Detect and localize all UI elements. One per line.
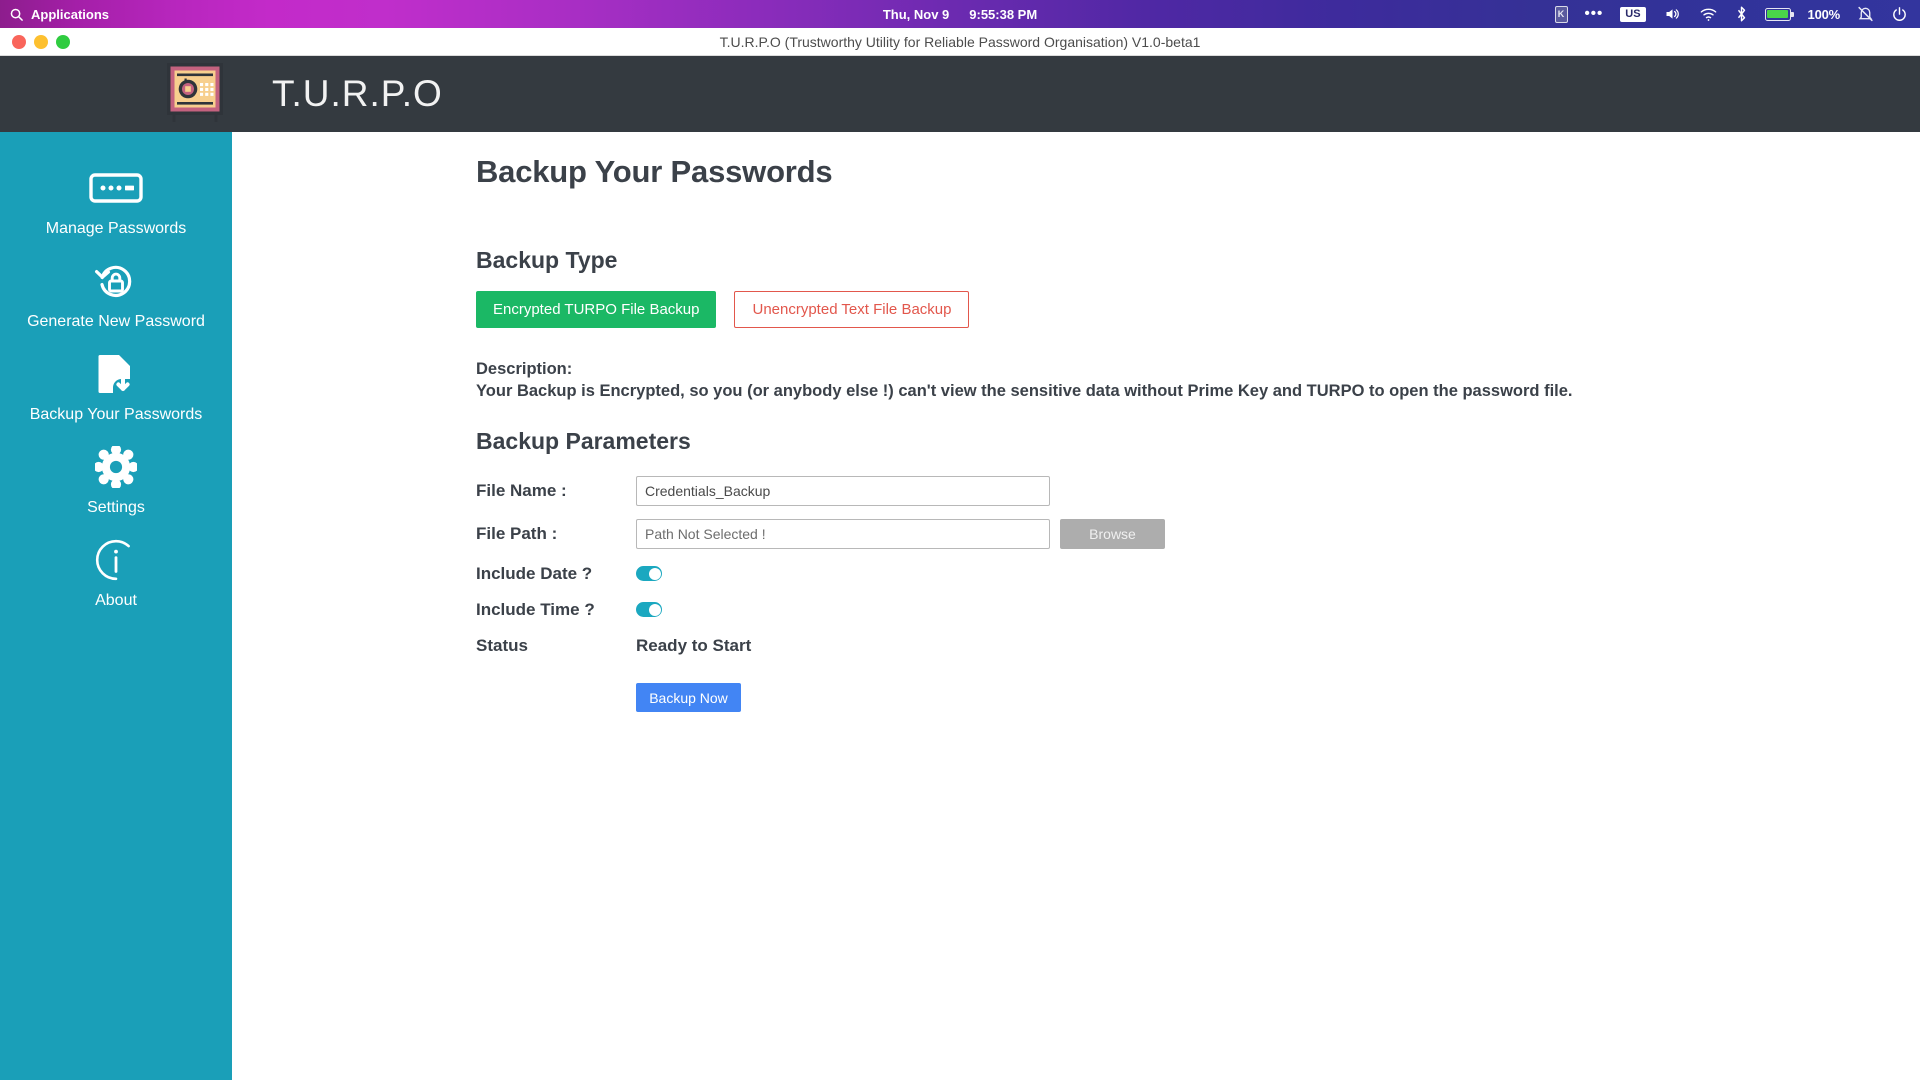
menubar-left-group: Applications — [0, 7, 109, 22]
page-title: Backup Your Passwords — [476, 154, 833, 189]
include-date-toggle[interactable] — [636, 566, 662, 581]
battery-icon[interactable] — [1764, 7, 1794, 21]
toggle-knob — [648, 603, 661, 616]
unencrypted-backup-button[interactable]: Unencrypted Text File Backup — [734, 291, 970, 328]
file-name-row: File Name : — [476, 472, 1920, 510]
include-time-toggle[interactable] — [636, 602, 662, 617]
search-icon[interactable] — [9, 7, 24, 22]
include-date-label: Include Date ? — [476, 563, 593, 583]
include-time-row: Include Time ? — [476, 594, 1920, 625]
backup-now-button[interactable]: Backup Now — [636, 683, 741, 712]
toggle-knob — [648, 567, 661, 580]
sidebar-item-about[interactable]: About — [0, 526, 232, 619]
menubar-tray: K ••• US 100% — [1554, 5, 1920, 23]
sidebar-item-settings[interactable]: Settings — [0, 433, 232, 526]
more-options-icon[interactable]: ••• — [1585, 6, 1604, 21]
keyboard-layout-badge[interactable]: US — [1620, 6, 1646, 22]
sidebar-item-manage-passwords[interactable]: Manage Passwords — [0, 154, 232, 247]
application-window: T.U.R.P.O (Trustworthy Utility for Relia… — [0, 28, 1920, 1080]
window-body: Manage Passwords Generate New Password B… — [0, 132, 1920, 1080]
include-date-row: Include Date ? — [476, 558, 1920, 589]
notifications-muted-icon[interactable] — [1857, 5, 1874, 23]
encrypted-backup-button[interactable]: Encrypted TURPO File Backup — [476, 291, 717, 328]
power-icon[interactable] — [1891, 6, 1908, 23]
window-title: T.U.R.P.O (Trustworthy Utility for Relia… — [719, 33, 1201, 50]
sidebar-item-label: Generate New Password — [27, 313, 205, 330]
sidebar-item-label: Manage Passwords — [45, 220, 187, 237]
sidebar-navigation: Manage Passwords Generate New Password B… — [0, 132, 232, 1080]
sidebar-item-label: About — [95, 592, 137, 609]
keyboard-indicator-glyph: K — [1554, 5, 1568, 23]
status-row: Status Ready to Start — [476, 630, 1920, 661]
file-path-input[interactable] — [636, 519, 1050, 549]
battery-percent-label: 100% — [1807, 6, 1841, 22]
file-path-row: File Path : Browse — [476, 515, 1920, 553]
file-download-icon — [97, 352, 135, 396]
file-name-input[interactable] — [636, 476, 1050, 506]
backup-type-options: Encrypted TURPO File Backup Unencrypted … — [476, 291, 1920, 328]
menubar-date[interactable]: Thu, Nov 9 — [883, 7, 949, 22]
desktop-menu-bar: Applications Thu, Nov 9 9:55:38 PM K •••… — [0, 0, 1920, 28]
sidebar-item-label: Backup Your Passwords — [29, 406, 203, 423]
applications-menu-label[interactable]: Applications — [31, 7, 109, 22]
app-title: T.U.R.P.O — [272, 73, 443, 114]
status-value: Ready to Start — [636, 635, 752, 655]
lock-refresh-icon — [94, 259, 138, 303]
sidebar-item-backup-your-passwords[interactable]: Backup Your Passwords — [0, 340, 232, 433]
description-text: Your Backup is Encrypted, so you (or any… — [476, 382, 1573, 400]
safe-vault-logo-icon — [163, 61, 227, 127]
backup-action-row: Backup Now — [476, 683, 1920, 712]
file-name-label: File Name : — [476, 481, 567, 500]
backup-parameters-heading: Backup Parameters — [476, 428, 691, 454]
wifi-icon[interactable] — [1699, 7, 1718, 22]
bluetooth-icon[interactable] — [1735, 5, 1748, 23]
volume-icon[interactable] — [1663, 6, 1682, 22]
description-label: Description: — [476, 360, 573, 378]
window-title-bar: T.U.R.P.O (Trustworthy Utility for Relia… — [0, 28, 1920, 56]
menubar-time[interactable]: 9:55:38 PM — [969, 7, 1037, 22]
description-block: Description: Your Backup is Encrypted, s… — [476, 358, 1920, 402]
file-path-label: File Path : — [476, 524, 558, 543]
info-circle-icon — [94, 538, 138, 582]
sidebar-item-label: Settings — [87, 499, 145, 516]
gear-icon — [95, 445, 137, 489]
status-label: Status — [476, 635, 528, 655]
browse-button[interactable]: Browse — [1060, 519, 1165, 549]
backup-parameters-form: File Name : File Path : Browse Include D… — [476, 472, 1920, 712]
main-content: Backup Your Passwords Backup Type Encryp… — [232, 132, 1920, 1080]
password-field-icon — [89, 166, 143, 210]
backup-type-heading: Backup Type — [476, 247, 618, 273]
app-header: T.U.R.P.O — [0, 56, 1920, 132]
sidebar-item-generate-new-password[interactable]: Generate New Password — [0, 247, 232, 340]
keyboard-indicator-icon[interactable]: K — [1554, 5, 1568, 23]
include-time-label: Include Time ? — [476, 599, 595, 619]
